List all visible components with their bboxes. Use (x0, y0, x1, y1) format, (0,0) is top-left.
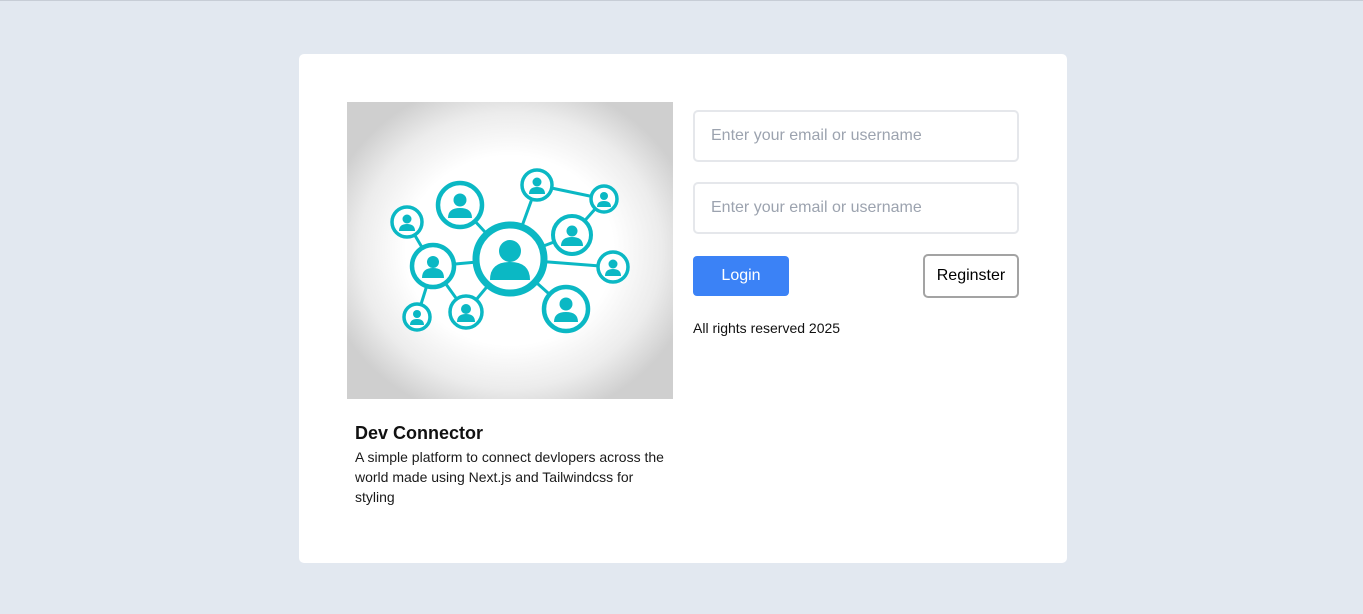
top-border (0, 0, 1363, 1)
brand-title: Dev Connector (355, 423, 484, 443)
login-button[interactable]: Login (693, 256, 789, 296)
email-username-input[interactable] (693, 110, 1019, 162)
brand-description: A simple platform to connect devlopers a… (355, 449, 664, 505)
login-card: Dev Connector A simple platform to conne… (299, 54, 1067, 563)
copyright-text: All rights reserved 2025 (693, 320, 841, 336)
register-button[interactable]: Reginster (923, 254, 1019, 298)
password-input[interactable] (693, 182, 1019, 234)
network-people-icon (390, 168, 630, 334)
hero-illustration (347, 102, 673, 399)
